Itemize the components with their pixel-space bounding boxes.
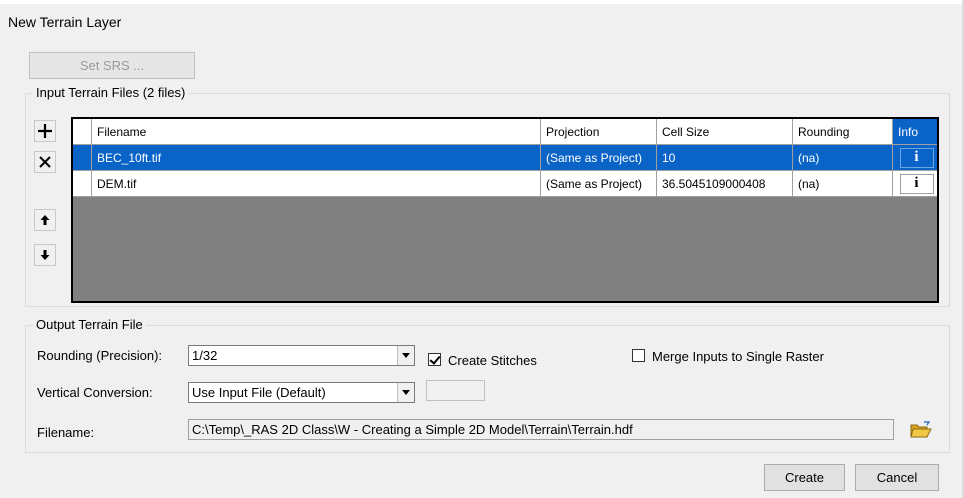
create-stitches-label: Create Stitches [448,353,537,368]
vertical-conversion-value: Use Input File (Default) [192,385,326,400]
chevron-down-icon[interactable] [397,346,414,365]
column-header-cell-size[interactable]: Cell Size [657,119,793,145]
move-down-button[interactable] [34,244,56,266]
plus-icon [38,124,52,138]
chevron-down-icon[interactable] [397,383,414,402]
window-title: New Terrain Layer [8,14,122,30]
vertical-conversion-extra-field[interactable] [426,380,485,401]
table-row[interactable]: DEM.tif (Same as Project) 36.50451090004… [73,171,937,197]
merge-inputs-label: Merge Inputs to Single Raster [652,349,824,364]
create-stitches-checkbox[interactable] [428,353,441,366]
output-group-legend: Output Terrain File [33,317,146,332]
rounding-select[interactable]: 1/32 [188,345,415,366]
input-group-legend: Input Terrain Files (2 files) [33,85,189,100]
column-header-rounding[interactable]: Rounding [793,119,893,145]
cell-rounding[interactable]: (na) [793,171,893,197]
input-files-grid[interactable]: Filename Projection Cell Size Rounding I… [71,117,939,303]
add-file-button[interactable] [34,120,56,142]
cell-projection[interactable]: (Same as Project) [541,171,657,197]
vertical-conversion-label: Vertical Conversion: [37,385,153,400]
column-header-info[interactable]: Info [893,119,937,145]
create-button[interactable]: Create [764,464,845,491]
browse-folder-button[interactable] [907,417,935,442]
cell-info: i [893,171,937,197]
table-row[interactable]: BEC_10ft.tif (Same as Project) 10 (na) i [73,145,937,171]
row-header[interactable] [73,145,92,171]
open-folder-icon [910,420,932,437]
move-up-button[interactable] [34,209,56,231]
top-clipped-text [0,0,964,4]
cell-filename[interactable]: BEC_10ft.tif [92,145,541,171]
rounding-label: Rounding (Precision): [37,348,163,363]
remove-file-button[interactable] [34,151,56,173]
vertical-conversion-select[interactable]: Use Input File (Default) [188,382,415,403]
cell-info: i [893,145,937,171]
cell-filename[interactable]: DEM.tif [92,171,541,197]
merge-inputs-checkbox[interactable] [632,349,645,362]
row-header[interactable] [73,171,92,197]
filename-label: Filename: [37,425,95,440]
arrow-up-icon [40,215,50,225]
row-header-corner [73,119,92,145]
filename-field[interactable]: C:\Temp\_RAS 2D Class\W - Creating a Sim… [188,419,894,440]
column-header-projection[interactable]: Projection [541,119,657,145]
cell-rounding[interactable]: (na) [793,145,893,171]
info-icon[interactable]: i [899,147,934,168]
info-icon[interactable]: i [899,173,934,194]
arrow-down-icon [40,250,50,260]
cell-cell-size[interactable]: 36.5045109000408 [657,171,793,197]
cancel-button[interactable]: Cancel [855,464,939,491]
set-srs-button[interactable]: Set SRS ... [29,52,195,79]
cell-cell-size[interactable]: 10 [657,145,793,171]
rounding-value: 1/32 [192,348,218,363]
grid-header-row: Filename Projection Cell Size Rounding I… [73,119,937,145]
cell-projection[interactable]: (Same as Project) [541,145,657,171]
close-icon [39,156,51,168]
column-header-filename[interactable]: Filename [92,119,541,145]
